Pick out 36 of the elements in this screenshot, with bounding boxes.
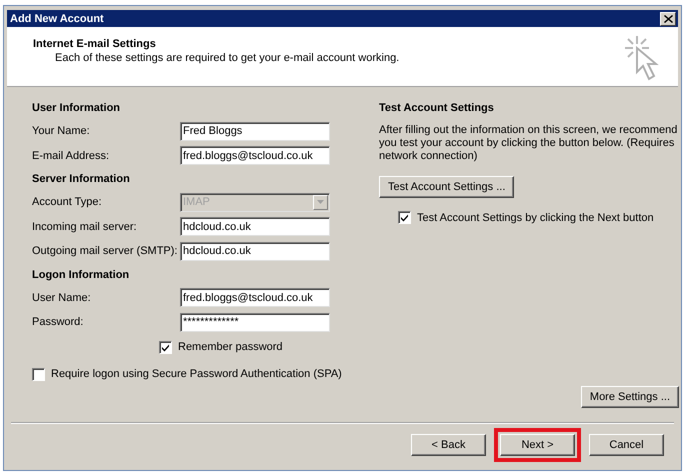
input-field[interactable]: hdcloud.co.uk bbox=[180, 242, 330, 261]
section-heading: User Information bbox=[32, 101, 122, 116]
checkbox[interactable] bbox=[32, 368, 45, 380]
checkbox-label: Test Account Settings by clicking the Next button bbox=[417, 212, 654, 224]
section-subtitle: Each of these settings are required to get your e-mail account working. bbox=[54, 52, 400, 64]
dialog-button[interactable]: Next > bbox=[500, 434, 575, 456]
input-field[interactable]: fred.bloggs@tscloud.co.uk bbox=[180, 146, 330, 166]
checkbox[interactable] bbox=[159, 340, 172, 354]
field-label: Outgoing mail server (SMTP): bbox=[32, 245, 178, 258]
check-icon bbox=[400, 213, 409, 222]
input-field[interactable]: fred.bloggs@tscloud.co.uk bbox=[180, 288, 330, 308]
input-field[interactable]: hdcloud.co.uk bbox=[180, 217, 330, 236]
field-label: Account Type: bbox=[32, 196, 103, 208]
window-title: Add New Account bbox=[10, 12, 104, 24]
input-field[interactable]: Fred Bloggs bbox=[180, 122, 330, 141]
close-button[interactable] bbox=[660, 12, 676, 26]
section-heading: Logon Information bbox=[32, 268, 130, 282]
more-settings-button[interactable]: More Settings ... bbox=[580, 386, 679, 408]
test-settings-button[interactable]: Test Account Settings ... bbox=[379, 176, 514, 198]
description-text: After filling out the information on this screen, we recommend you test your account by clicking the button below. (Requires network connection) bbox=[379, 124, 678, 163]
dialog-button[interactable]: Cancel bbox=[589, 434, 664, 456]
field-label: Incoming mail server: bbox=[32, 220, 138, 233]
section-heading: Server Information bbox=[32, 172, 131, 187]
field-label: Your Name: bbox=[32, 125, 91, 138]
section-title: Internet E-mail Settings bbox=[33, 38, 157, 50]
field-label: Password: bbox=[32, 316, 84, 328]
checkbox-label: Remember password bbox=[178, 341, 283, 353]
dialog-button[interactable]: < Back bbox=[411, 434, 486, 456]
password-field[interactable]: ************* bbox=[180, 312, 330, 332]
checkbox[interactable] bbox=[398, 211, 411, 224]
field-label: User Name: bbox=[32, 292, 92, 304]
check-icon bbox=[161, 342, 170, 352]
close-icon bbox=[664, 14, 672, 22]
checkbox-label: Require logon using Secure Password Authentication (SPA) bbox=[51, 368, 342, 380]
field-label: E-mail Address: bbox=[32, 150, 110, 162]
section-heading: Test Account Settings bbox=[379, 101, 495, 116]
